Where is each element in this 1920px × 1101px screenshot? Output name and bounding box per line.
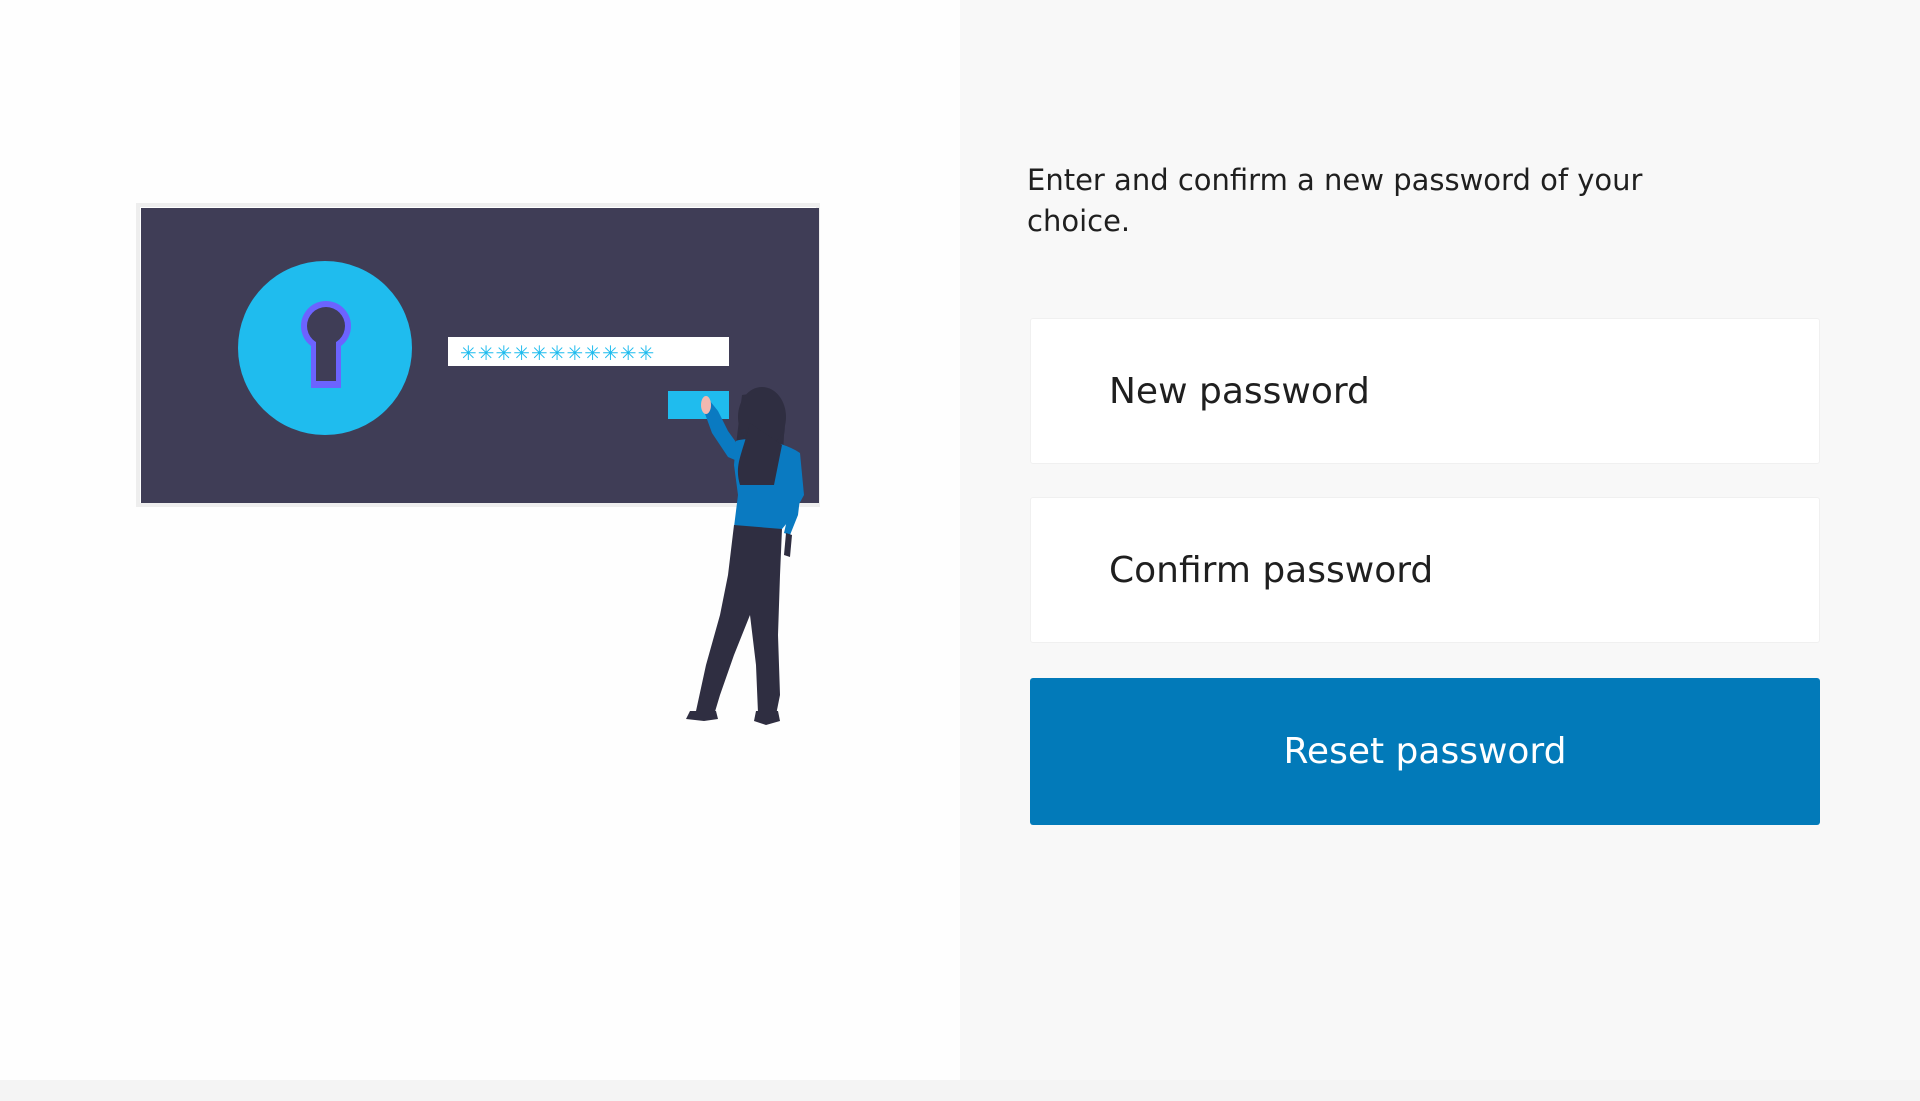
illustration-pane: ✳✳✳✳✳✳✳✳✳✳✳ [0,0,960,1080]
instructions-text: Enter and confirm a new password of your… [1027,163,1643,238]
illustration-masked-password: ✳✳✳✳✳✳✳✳✳✳✳ [460,341,655,365]
password-reset-illustration: ✳✳✳✳✳✳✳✳✳✳✳ [136,203,820,725]
confirm-password-input[interactable] [1031,498,1819,642]
reset-password-button[interactable]: Reset password [1030,678,1820,825]
new-password-input[interactable] [1031,319,1819,463]
new-password-field-container [1030,318,1820,464]
confirm-password-field-container [1030,497,1820,643]
bottom-strip [0,1080,1920,1101]
